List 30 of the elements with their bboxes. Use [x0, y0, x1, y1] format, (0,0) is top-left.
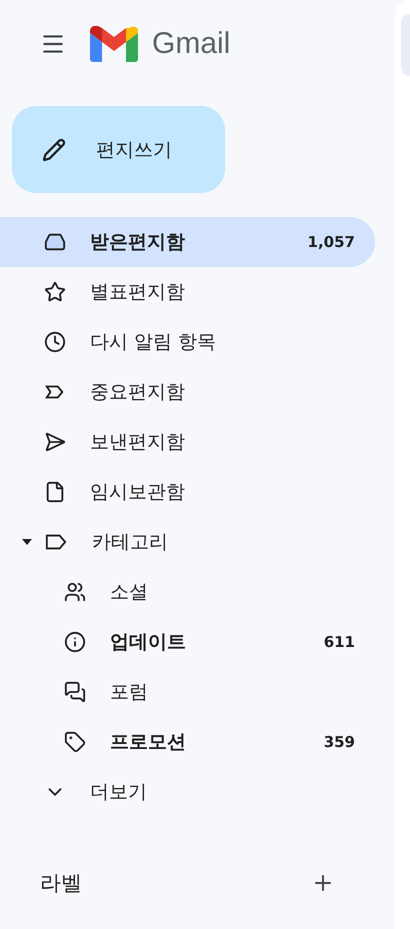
tag-icon — [64, 731, 86, 753]
gmail-logo-icon — [90, 26, 138, 62]
nav-item[interactable]: 프로모션 359 — [0, 717, 375, 767]
nav-item[interactable]: 소셜 — [0, 567, 375, 617]
info-icon — [64, 631, 86, 653]
nav-item[interactable]: 업데이트 611 — [0, 617, 375, 667]
nav-item[interactable]: 더보기 — [0, 767, 375, 817]
nav-item[interactable]: 보낸편지함 — [0, 417, 375, 467]
file-icon — [44, 481, 66, 503]
chat-icon — [64, 681, 86, 703]
nav-item[interactable]: 중요편지함 — [0, 367, 375, 417]
people-icon — [64, 581, 86, 603]
nav-item[interactable]: 받은편지함 1,057 — [0, 217, 375, 267]
clock-icon — [44, 331, 66, 353]
unread-count: 359 — [324, 733, 355, 751]
nav-item[interactable]: 임시보관함 — [0, 467, 375, 517]
star-icon — [44, 281, 66, 303]
app-name: Gmail — [152, 27, 230, 61]
pencil-icon — [42, 138, 66, 162]
unread-count: 1,057 — [308, 233, 355, 251]
nav-item[interactable]: 카테고리 — [0, 517, 375, 567]
nav-item[interactable]: 포럼 — [0, 667, 375, 717]
section-title: 라벨 — [40, 870, 82, 897]
inbox-icon — [44, 231, 66, 253]
send-icon — [44, 431, 66, 453]
compose-button[interactable]: 편지쓰기 — [12, 106, 225, 193]
nav-item[interactable]: 별표편지함 — [0, 267, 375, 317]
caret-icon[interactable] — [22, 538, 32, 546]
nav-item[interactable]: 다시 알림 항목 — [0, 317, 375, 367]
unread-count: 611 — [324, 633, 355, 651]
